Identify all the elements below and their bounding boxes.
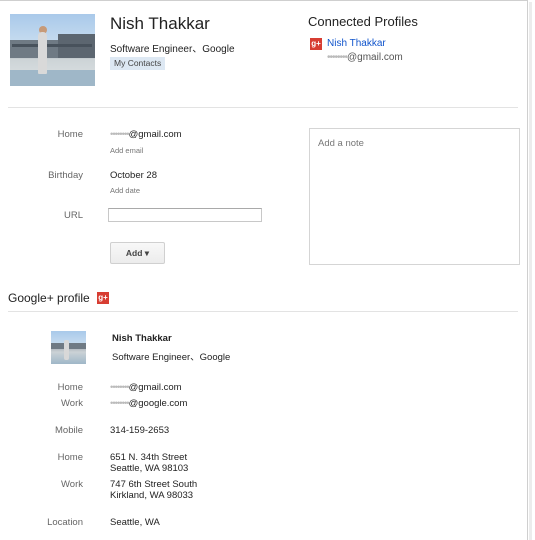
connected-profiles-title: Connected Profiles: [308, 14, 418, 29]
add-date-link[interactable]: Add date: [110, 186, 140, 195]
home-email-label: Home: [57, 129, 83, 140]
contact-photo[interactable]: [10, 14, 95, 86]
gplus-work-address-line1: 747 6th Street South: [110, 479, 198, 490]
gplus-divider: [8, 311, 518, 312]
photo-person: [38, 32, 47, 74]
home-email-value[interactable]: ••••••••@gmail.com: [110, 129, 182, 140]
birthday-label: Birthday: [48, 170, 83, 181]
add-email-link[interactable]: Add email: [110, 146, 143, 155]
gplus-location-label: Location: [47, 517, 83, 528]
photo-fountain: [10, 70, 95, 86]
note-textarea[interactable]: Add a note: [309, 128, 520, 265]
gplus-mobile-value: 314-159-2653: [110, 425, 170, 436]
gplus-profile-photo: [51, 331, 86, 364]
masked-email-user: ••••••••: [110, 129, 130, 140]
masked-email-user: ••••••••: [110, 398, 130, 409]
url-label: URL: [63, 210, 83, 221]
gplus-name: Nish Thakkar: [112, 333, 172, 344]
email-domain: @google.com: [128, 398, 188, 409]
gplus-work-address-line2: Kirkland, WA 98033: [110, 490, 194, 501]
birthday-value[interactable]: October 28: [110, 170, 157, 181]
connected-profile-email: ••••••••@gmail.com: [327, 52, 403, 63]
gplus-work-email-value: ••••••••@google.com: [110, 398, 187, 409]
contact-job[interactable]: Software Engineer、Google: [110, 40, 235, 55]
gplus-home-address-label: Home: [57, 452, 83, 463]
gplus-mobile-label: Mobile: [55, 425, 83, 436]
note-placeholder: Add a note: [318, 138, 364, 149]
gplus-home-address-line1: 651 N. 34th Street: [110, 452, 188, 463]
gplus-job: Software Engineer、Google: [112, 352, 231, 363]
window-top-border: [0, 0, 528, 1]
add-field-button[interactable]: Add ▾: [110, 242, 165, 264]
email-domain: @gmail.com: [347, 52, 403, 63]
photo-person: [64, 340, 69, 360]
url-input[interactable]: [108, 208, 262, 222]
connected-profile-link[interactable]: Nish Thakkar: [327, 38, 386, 49]
gplus-home-email-label: Home: [57, 382, 83, 393]
google-plus-profile-title: Google+ profile: [8, 291, 90, 305]
gplus-work-email-label: Work: [61, 398, 83, 409]
google-plus-icon: g+: [97, 292, 109, 304]
header-divider: [8, 107, 518, 108]
masked-email-user: ••••••••: [327, 52, 348, 63]
window-right-border: [527, 0, 528, 540]
google-plus-icon: g+: [310, 38, 322, 50]
window-shadow: [529, 2, 532, 540]
gplus-location-value: Seattle, WA: [110, 517, 160, 528]
contact-name[interactable]: Nish Thakkar: [110, 14, 210, 34]
gplus-home-email-value: ••••••••@gmail.com: [110, 382, 182, 393]
gplus-work-address-label: Work: [61, 479, 83, 490]
email-domain: @gmail.com: [128, 129, 182, 140]
gplus-home-address-line2: Seattle, WA 98103: [110, 463, 189, 474]
email-domain: @gmail.com: [128, 382, 182, 393]
group-tag-my-contacts[interactable]: My Contacts: [110, 57, 166, 70]
masked-email-user: ••••••••: [110, 382, 130, 393]
photo-windows: [12, 44, 92, 47]
